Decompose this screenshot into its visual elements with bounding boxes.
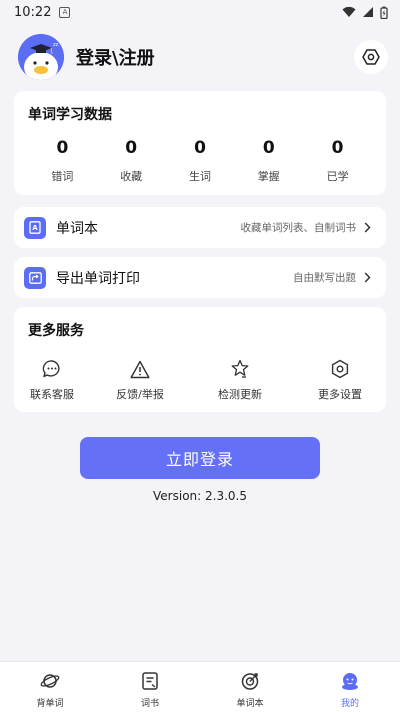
stat-value: 0	[331, 138, 344, 158]
stat-favorites[interactable]: 0 收藏	[97, 138, 166, 184]
stat-learned[interactable]: 0 已学	[303, 138, 372, 184]
book-icon	[140, 670, 160, 692]
export-print-row[interactable]: 导出单词打印 自由默写出题	[14, 257, 386, 298]
tab-label: 单词本	[236, 699, 264, 709]
wordbook-title: 单词本	[56, 220, 98, 237]
service-contact-support[interactable]: 联系客服	[14, 358, 90, 402]
service-label: 联系客服	[30, 388, 74, 401]
tab-label: 背单词	[36, 699, 64, 709]
learning-stats-card: 单词学习数据 0 错词 0 收藏 0 生词 0 掌握 0 已学	[14, 91, 386, 195]
stat-label: 生词	[188, 170, 211, 183]
service-label: 更多设置	[318, 388, 362, 401]
wordbook-subtitle: 收藏单词列表、自制词书	[240, 222, 357, 234]
profile-icon	[340, 670, 360, 692]
svg-text:zz: zz	[53, 42, 59, 48]
stat-value: 0	[125, 138, 138, 158]
tab-wordbooks[interactable]: 词书	[100, 662, 200, 712]
status-time: 10:22	[14, 4, 52, 20]
tab-mine[interactable]: 我的	[300, 662, 400, 712]
hexagon-settings-icon	[362, 49, 380, 65]
stat-label: 掌握	[257, 170, 280, 183]
login-register-title[interactable]: 登录\注册	[76, 44, 155, 70]
export-subtitle: 自由默写出题	[293, 272, 356, 284]
tab-label: 词书	[140, 699, 159, 709]
status-bar: 10:22 A	[0, 0, 400, 24]
hexagon-settings-icon	[290, 358, 390, 380]
avatar[interactable]: zz	[18, 34, 64, 80]
target-icon	[240, 670, 260, 692]
tab-memorize[interactable]: 背单词	[0, 662, 100, 712]
login-now-button[interactable]: 立即登录	[80, 437, 320, 479]
stat-label: 收藏	[120, 170, 143, 183]
wifi-icon	[342, 6, 356, 17]
service-more-settings[interactable]: 更多设置	[290, 358, 390, 402]
chat-icon	[14, 358, 90, 380]
signal-icon	[363, 7, 373, 17]
svg-text:A: A	[32, 224, 38, 232]
tab-label: 我的	[340, 699, 359, 709]
chevron-right-icon	[364, 271, 374, 285]
more-services-card: 更多服务 联系客服 反馈/举报 检测更新 更多设置	[14, 307, 386, 412]
stat-value: 0	[262, 138, 275, 158]
stat-wrong-words[interactable]: 0 错词	[28, 138, 97, 184]
stat-label: 已学	[326, 170, 349, 183]
warning-icon	[90, 358, 190, 380]
star-badge-icon	[190, 358, 290, 380]
notification-icon: A	[59, 6, 71, 18]
service-label: 检测更新	[218, 388, 262, 401]
stat-value: 0	[194, 138, 206, 158]
stats-title: 单词学习数据	[28, 107, 112, 123]
wordbook-icon: A	[24, 216, 46, 239]
settings-button[interactable]	[354, 40, 388, 74]
stats-row: 0 错词 0 收藏 0 生词 0 掌握 0 已学	[28, 138, 372, 184]
profile-header: zz 登录\注册	[18, 32, 388, 82]
services-title: 更多服务	[28, 323, 84, 339]
export-icon	[24, 266, 46, 289]
services-row: 联系客服 反馈/举报 检测更新 更多设置	[14, 358, 394, 402]
service-feedback-report[interactable]: 反馈/举报	[90, 358, 190, 402]
stat-mastered[interactable]: 0 掌握	[234, 138, 303, 184]
planet-icon	[40, 670, 60, 692]
export-title: 导出单词打印	[56, 270, 140, 287]
chevron-right-icon	[364, 221, 374, 235]
service-check-update[interactable]: 检测更新	[190, 358, 290, 402]
tab-word-notebook[interactable]: 单词本	[200, 662, 300, 712]
wordbook-row[interactable]: A 单词本 收藏单词列表、自制词书	[14, 207, 386, 248]
status-icons	[342, 6, 388, 19]
duck-mascot-icon: zz	[18, 34, 64, 80]
service-label: 反馈/举报	[116, 388, 164, 401]
version-text: Version: 2.3.0.5	[153, 489, 247, 503]
bottom-tab-bar: 背单词 词书 单词本 我的	[0, 661, 400, 712]
stat-value: 0	[56, 138, 69, 158]
stat-label: 错词	[51, 170, 74, 183]
stat-new-words[interactable]: 0 生词	[166, 138, 235, 184]
battery-icon	[380, 6, 388, 19]
